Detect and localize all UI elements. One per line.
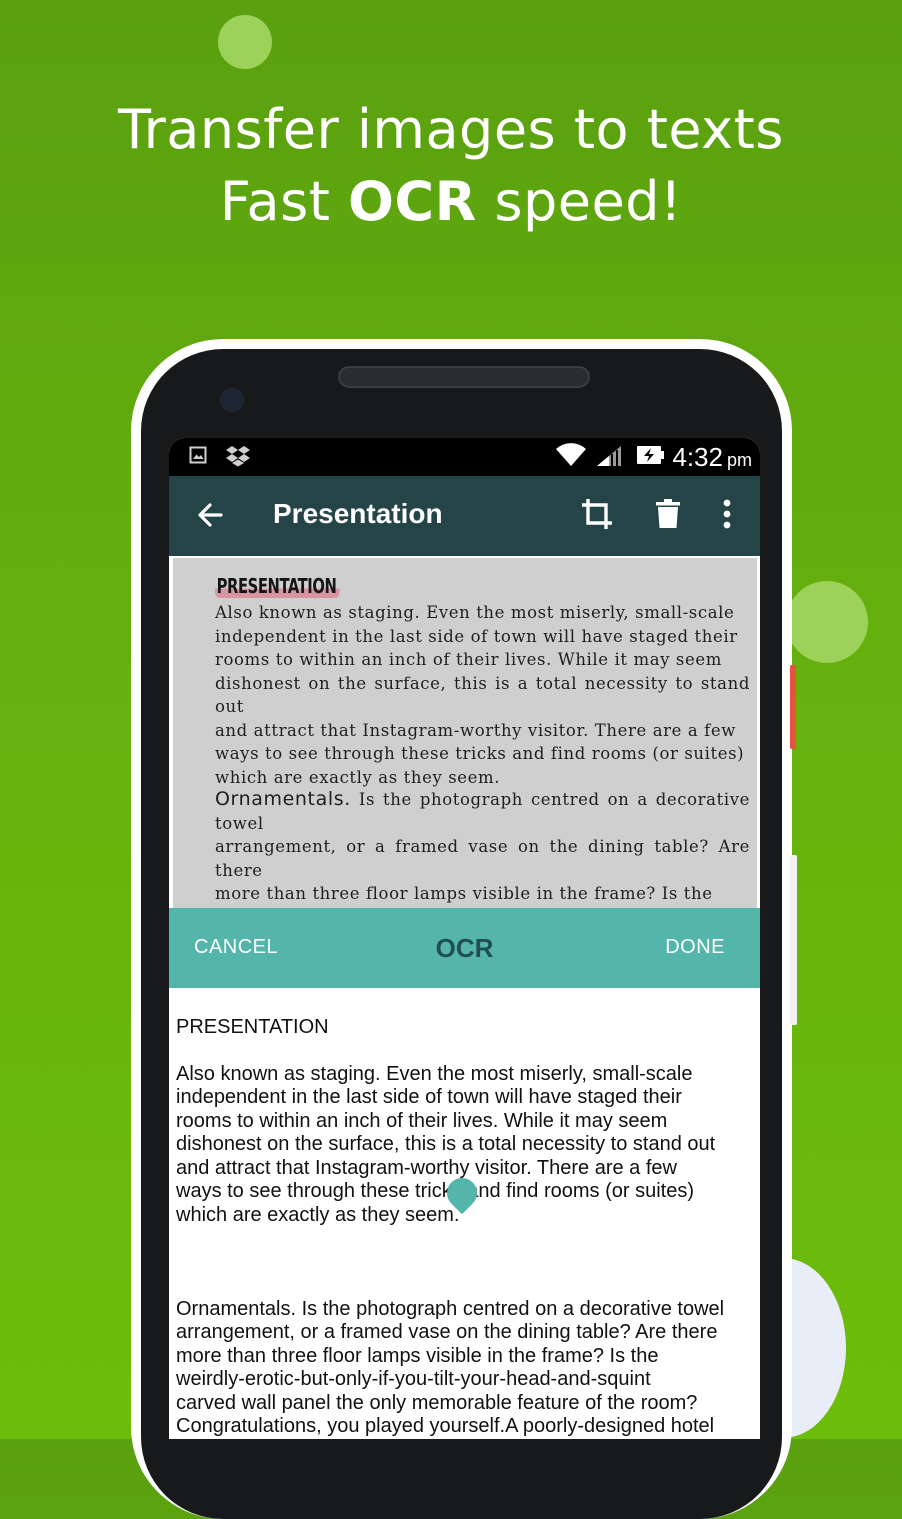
result-paragraph-2: Ornamentals. Is the photograph centred o… [176,1297,725,1440]
ocr-result-text[interactable]: PRESENTATION Also known as staging. Even… [176,992,756,1440]
crop-icon[interactable] [579,496,615,537]
decorative-dot [786,581,868,663]
wifi-icon [555,440,587,473]
headline-bold: OCR [348,170,477,233]
power-button [790,665,796,749]
battery-charging-icon [635,444,665,471]
headline-prefix: Fast [219,170,349,233]
result-heading: PRESENTATION [176,1015,329,1038]
time-value: 4:32 [672,442,723,472]
headline-text: Transfer images to texts [118,98,784,161]
headline-line-2: Fast OCR speed! [0,166,902,238]
headline-line-1: Transfer images to texts [0,94,902,166]
front-camera [220,388,244,412]
scan-paragraph-1: Also known as staging. Even the most mis… [215,603,750,787]
scan-subheading: Ornamentals. [215,788,351,810]
status-time: 4:32 pm [672,442,752,473]
app-toolbar: Presentation [169,476,760,556]
toolbar-title: Presentation [273,498,443,529]
phone-speaker [338,366,590,388]
arrow-back-icon[interactable] [195,500,225,535]
scan-heading: PRESENTATION [215,574,340,598]
dropbox-icon [225,444,251,473]
scanned-image[interactable]: PRESENTATION Also known as staging. Even… [173,558,757,910]
status-bar: 4:32 pm [169,438,760,476]
scan-paragraph-2: Ornamentals. Is the photograph centred o… [215,788,750,910]
decorative-dot [218,15,272,69]
image-icon [189,446,207,469]
volume-button [790,855,797,1025]
done-button[interactable]: DONE [665,936,725,959]
headline-suffix: speed! [476,170,683,233]
ocr-action-bar: CANCEL OCR DONE [169,908,760,988]
signal-icon [595,444,623,473]
time-ampm: pm [726,450,752,470]
more-vert-icon[interactable] [722,498,732,535]
result-spacer [176,1251,756,1275]
phone-screen: 4:32 pm Presentation PRESENTATION Also kn… [169,438,760,1439]
trash-icon[interactable] [655,498,681,535]
